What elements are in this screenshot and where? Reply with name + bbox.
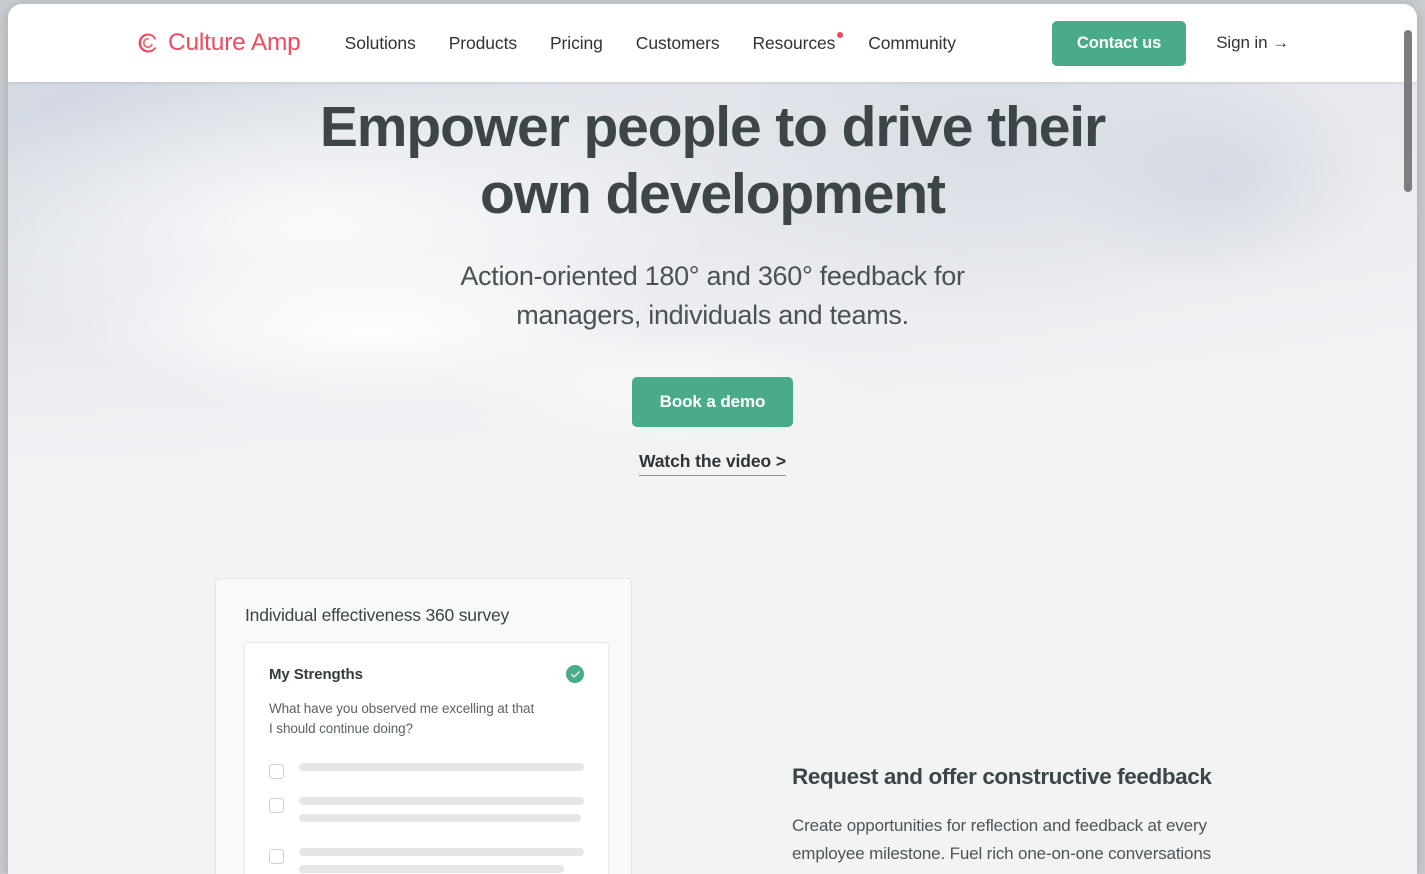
hero-section: Empower people to drive their own develo… <box>8 82 1417 562</box>
answer-placeholder-lines <box>299 797 584 831</box>
page-title-line-1: Empower people to drive their <box>319 95 1106 159</box>
brand-logo[interactable]: Culture Amp <box>137 29 301 57</box>
hero-cta-group: Book a demo <box>8 335 1417 427</box>
vertical-scrollbar-thumb[interactable] <box>1404 30 1412 192</box>
nav-link-label: Solutions <box>344 32 416 53</box>
placeholder-line <box>299 848 584 856</box>
placeholder-line <box>299 814 582 822</box>
question-text-line-2: I should continue doing? <box>269 721 413 736</box>
placeholder-line <box>299 763 584 771</box>
answer-checkbox[interactable] <box>269 849 284 864</box>
nav-link-label: Community <box>868 32 956 53</box>
answer-placeholder-lines <box>299 848 584 874</box>
feature-body-line-2: employee milestone. Fuel rich one-on-one… <box>792 844 1212 863</box>
nav-link-products[interactable]: Products <box>449 33 517 54</box>
hero-content: Empower people to drive their own develo… <box>8 82 1417 476</box>
feature-body-line-1: Create opportunities for reflection and … <box>792 816 1207 835</box>
vertical-scrollbar-track[interactable] <box>1400 4 1415 874</box>
culture-amp-logo-icon <box>138 33 157 53</box>
answer-checkbox[interactable] <box>269 798 284 813</box>
sign-in-link[interactable]: Sign in → <box>1216 33 1289 53</box>
watch-the-video-link[interactable]: Watch the video > <box>639 451 786 476</box>
nav-link-community[interactable]: Community <box>868 33 956 54</box>
survey-question-card: My Strengths What have you observed me e… <box>244 642 609 874</box>
hero-subtitle: Action-oriented 180° and 360° feedback f… <box>8 257 1417 335</box>
browser-window: Culture Amp Solutions Products Pricing C… <box>8 4 1417 874</box>
nav-link-resources[interactable]: Resources <box>752 31 844 54</box>
nav-link-label: Customers <box>635 32 720 53</box>
brand-name: Culture Amp <box>168 29 301 56</box>
answer-row[interactable] <box>269 763 584 780</box>
contact-us-button[interactable]: Contact us <box>1051 20 1187 66</box>
primary-nav: Solutions Products Pricing Customers Res… <box>345 31 956 54</box>
question-title: My Strengths <box>269 665 363 683</box>
book-a-demo-button[interactable]: Book a demo <box>631 377 794 427</box>
nav-link-label: Pricing <box>549 32 603 53</box>
survey-preview-card: Individual effectiveness 360 survey My S… <box>215 578 632 874</box>
check-circle-icon <box>566 665 584 683</box>
feature-heading: Request and offer constructive feedback <box>792 764 1212 789</box>
feature-body: Create opportunities for reflection and … <box>792 812 1222 868</box>
answer-checkbox[interactable] <box>269 764 284 779</box>
header-actions: Contact us Sign in → <box>1051 20 1289 66</box>
question-header: My Strengths <box>269 665 584 683</box>
check-icon <box>570 670 580 678</box>
page-viewport: Culture Amp Solutions Products Pricing C… <box>8 4 1417 874</box>
question-text-line-1: What have you observed me excelling at t… <box>269 701 535 716</box>
hero-subtitle-line-1: Action-oriented 180° and 360° feedback f… <box>460 261 965 291</box>
question-text: What have you observed me excelling at t… <box>269 699 584 739</box>
site-header: Culture Amp Solutions Products Pricing C… <box>8 4 1417 82</box>
nav-link-customers[interactable]: Customers <box>636 33 720 54</box>
answer-placeholder-lines <box>299 763 584 780</box>
nav-link-label: Products <box>448 32 517 53</box>
page-title-line-2: own development <box>480 162 946 226</box>
survey-card-title: Individual effectiveness 360 survey <box>245 605 510 625</box>
feature-section: Individual effectiveness 360 survey My S… <box>8 562 1417 874</box>
answer-list <box>269 763 584 874</box>
answer-row[interactable] <box>269 848 584 874</box>
placeholder-line <box>299 865 565 873</box>
nav-link-solutions[interactable]: Solutions <box>345 33 416 54</box>
hero-secondary-cta-group: Watch the video > <box>8 427 1417 476</box>
nav-link-pricing[interactable]: Pricing <box>550 33 603 54</box>
feature-text-block: Request and offer constructive feedback … <box>792 762 1222 868</box>
page-title: Empower people to drive their own develo… <box>313 94 1113 228</box>
placeholder-line <box>299 797 584 805</box>
hero-subtitle-line-2: managers, individuals and teams. <box>516 300 909 330</box>
nav-link-label: Resources <box>752 32 836 53</box>
answer-row[interactable] <box>269 797 584 831</box>
new-badge-dot-icon <box>837 31 844 38</box>
